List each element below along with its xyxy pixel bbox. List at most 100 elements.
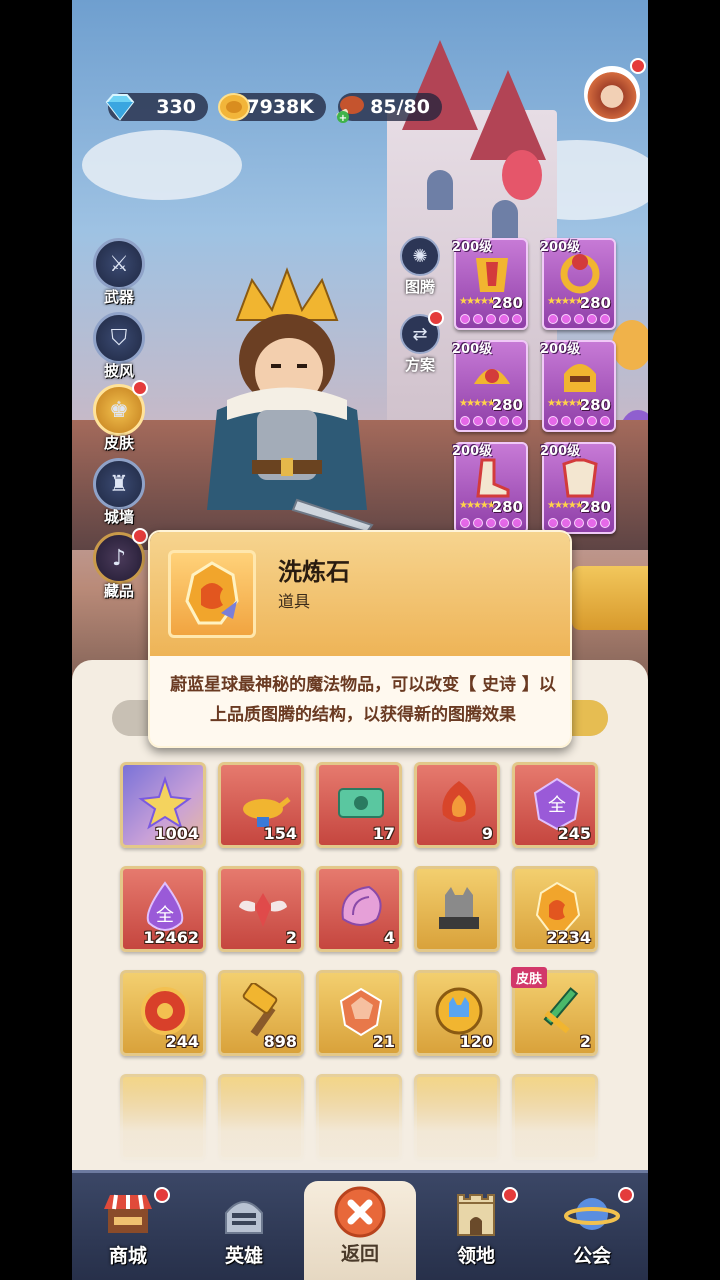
fire-ore-icon xyxy=(431,775,487,831)
equipment-card[interactable]: 200级 ★★★★★ 280 xyxy=(540,340,616,432)
side-item-wall[interactable]: ♜ 城墙 xyxy=(90,458,148,530)
inventory-slot[interactable]: 898 xyxy=(218,970,304,1056)
side-item-label: 披风 xyxy=(103,362,134,380)
helmet-icon xyxy=(564,364,596,392)
inventory-slot[interactable]: 4 xyxy=(316,866,402,952)
equipment-stars: ★★★★★ xyxy=(547,296,584,307)
item-count: 898 xyxy=(263,1032,297,1051)
nav-guild[interactable]: 公会 xyxy=(536,1183,648,1280)
equipment-stars: ★★★★★ xyxy=(459,500,496,511)
weapon-icon: ⚔ xyxy=(93,238,145,290)
refining-stone-icon xyxy=(529,879,585,935)
item-count: 21 xyxy=(372,1032,395,1051)
purple-drop-icon: 全 xyxy=(137,879,193,935)
item-count: 9 xyxy=(481,824,493,843)
nav-shop[interactable]: 商城 xyxy=(72,1183,184,1280)
equipment-value: 280 xyxy=(579,294,611,312)
cat-statue-icon xyxy=(431,879,487,935)
planet-icon xyxy=(564,1189,620,1239)
side-item-weapon[interactable]: ⚔ 武器 xyxy=(90,238,148,310)
guild-badge xyxy=(618,1187,634,1203)
inventory-slot[interactable]: 2 皮肤 xyxy=(511,967,598,1056)
equipment-value: 280 xyxy=(579,396,611,414)
tooltip-item-type: 道具 xyxy=(278,592,311,611)
svg-text:+: + xyxy=(339,113,347,123)
diamond-icon xyxy=(102,89,138,125)
inventory-slot[interactable]: 9 xyxy=(414,762,500,848)
inventory-slot[interactable]: 17 xyxy=(316,762,402,848)
balloon xyxy=(502,150,542,200)
orange-ore-icon xyxy=(333,983,389,1039)
boots-icon xyxy=(476,458,510,498)
inventory-slot[interactable]: 154 xyxy=(218,762,304,848)
nav-label: 公会 xyxy=(572,1245,611,1267)
player-avatar[interactable] xyxy=(584,66,640,122)
item-count: 2 xyxy=(579,1032,591,1051)
ring-icon xyxy=(560,254,600,294)
nav-back[interactable]: 返回 xyxy=(304,1181,416,1280)
inventory-slot[interactable]: 244 xyxy=(120,970,206,1056)
nav-label: 英雄 xyxy=(224,1245,263,1267)
equipment-gems xyxy=(460,416,522,426)
equipment-gems xyxy=(460,314,522,324)
gold-coin-icon xyxy=(216,89,252,125)
equipment-gems xyxy=(460,518,522,528)
totem-icon: ✺ xyxy=(400,236,440,276)
inventory-slot[interactable]: 21 xyxy=(316,970,402,1056)
svg-text:全: 全 xyxy=(548,795,566,816)
avatar-badge xyxy=(630,58,646,74)
winged-crystal-icon xyxy=(235,879,291,935)
side-item-label: 武器 xyxy=(103,288,134,306)
armor-icon xyxy=(476,258,508,292)
side-item-cape[interactable]: ⛉ 披风 xyxy=(90,312,148,384)
inventory-slot[interactable] xyxy=(414,866,500,952)
background-cloud xyxy=(82,130,242,200)
equipment-value: 280 xyxy=(491,294,523,312)
side-item-skin[interactable]: ♚ 皮肤 xyxy=(90,380,148,456)
inventory-slot[interactable]: 全 245 xyxy=(512,762,598,848)
inventory-slot[interactable]: 120 xyxy=(414,970,500,1056)
stamina-count: 85/80 xyxy=(370,96,430,118)
equipment-gems xyxy=(548,314,610,324)
item-count: 2 xyxy=(285,928,297,947)
equipment-value: 280 xyxy=(579,498,611,516)
star-crystal-icon xyxy=(137,775,193,831)
bottom-nav: 商城 英雄 返回 领地 公会 xyxy=(72,1170,648,1280)
wall-icon: ♜ xyxy=(93,458,145,510)
inventory-slot[interactable]: 2 xyxy=(218,866,304,952)
hero-character xyxy=(197,260,377,540)
nav-label: 领地 xyxy=(456,1245,495,1267)
ticket-icon xyxy=(333,775,389,831)
game-screen: 330 57938K + 85/80 ⚔ 武器 ⛉ 披风 ♚ 皮肤 ♜ 城墙 ♪… xyxy=(72,0,648,1280)
mid-item-label: 图腾 xyxy=(404,278,435,296)
nav-hero[interactable]: 英雄 xyxy=(188,1183,300,1280)
magic-lamp-icon xyxy=(235,775,291,831)
equipment-card[interactable]: 200级 ★★★★★ 280 xyxy=(452,340,528,432)
equipment-card[interactable]: 200级 ★★★★★ 280 xyxy=(540,442,616,534)
side-item-collection[interactable]: ♪ 藏品 xyxy=(90,528,148,604)
equipment-card[interactable]: 200级 ★★★★★ 280 xyxy=(452,442,528,534)
equipment-stars: ★★★★★ xyxy=(547,398,584,409)
mid-item-plan[interactable]: ⇄ 方案 xyxy=(398,310,444,375)
inventory-slot[interactable]: 2234 xyxy=(512,866,598,952)
item-count: 120 xyxy=(459,1032,493,1051)
nav-territory[interactable]: 领地 xyxy=(420,1183,532,1280)
equipment-card[interactable]: 200级 ★★★★★ 280 xyxy=(540,238,616,330)
inventory-slot[interactable]: 1004 xyxy=(120,762,206,848)
skin-tag: 皮肤 xyxy=(511,967,548,988)
red-token-icon xyxy=(137,983,193,1039)
equipment-card[interactable]: 200级 ★★★★★ 280 xyxy=(452,238,528,330)
equipment-stars: ★★★★★ xyxy=(547,500,584,511)
collection-badge xyxy=(132,528,148,544)
balloon xyxy=(612,320,648,370)
castle-window xyxy=(427,170,453,210)
inventory-slot[interactable]: 全 12462 xyxy=(120,866,206,952)
chest-armor-icon xyxy=(562,458,598,498)
tooltip-item-name: 洗炼石 xyxy=(278,558,350,586)
mid-item-totem[interactable]: ✺ 图腾 xyxy=(398,236,442,297)
gem-count: 330 xyxy=(156,96,196,118)
shop-badge xyxy=(154,1187,170,1203)
side-action-button[interactable] xyxy=(572,566,648,630)
item-count: 17 xyxy=(372,824,395,843)
item-count: 12462 xyxy=(143,928,199,947)
